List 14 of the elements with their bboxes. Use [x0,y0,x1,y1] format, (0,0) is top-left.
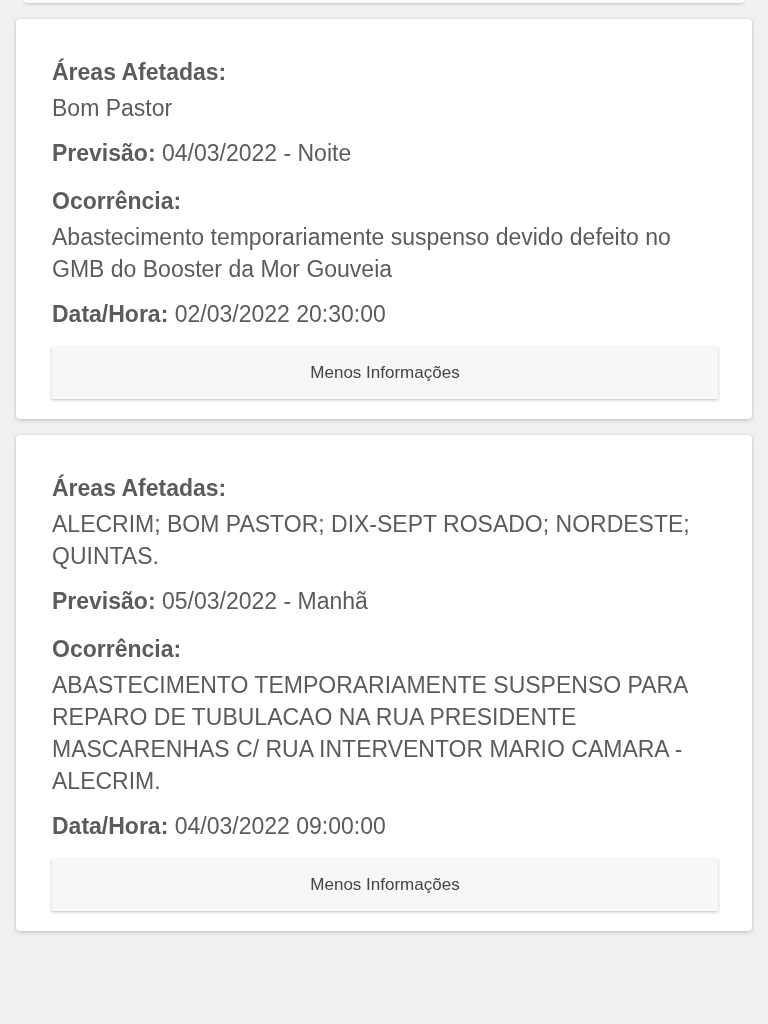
field-text: Previsão: 05/03/2022 - Manhã [52,587,369,616]
field-label: Áreas Afetadas: [52,57,228,87]
field-value: ABASTECIMENTO TEMPORARIAMENTE SUSPENSO PARA REPARO DE TUBULACAO NA RUA PRESIDENTE MASCARENHAS C/ RUA INTERVENTOR MARIO CAMARA - ALECRIM. [52,671,689,796]
less-info-button[interactable]: Menos Informações [52,347,718,399]
field-text: Previsão: 04/03/2022 - Noite [52,139,353,168]
field-value: ALECRIM; BOM PASTOR; DIX-SEPT ROSADO; NORDESTE; QUINTAS. [52,510,691,571]
field-label: Áreas Afetadas: [52,473,228,503]
field-value: Abastecimento temporariamente suspenso devido defeito no GMB do Booster da Mor Gouveia [52,223,672,284]
field-text: Data/Hora: 02/03/2022 20:30:00 [52,300,387,329]
less-info-button[interactable]: Menos Informações [52,859,718,911]
field-label: Ocorrência: [52,187,183,216]
field-label: Ocorrência: [52,635,183,664]
field-value: Bom Pastor [52,94,174,123]
field-text: Data/Hora: 04/03/2022 09:00:00 [52,812,387,841]
